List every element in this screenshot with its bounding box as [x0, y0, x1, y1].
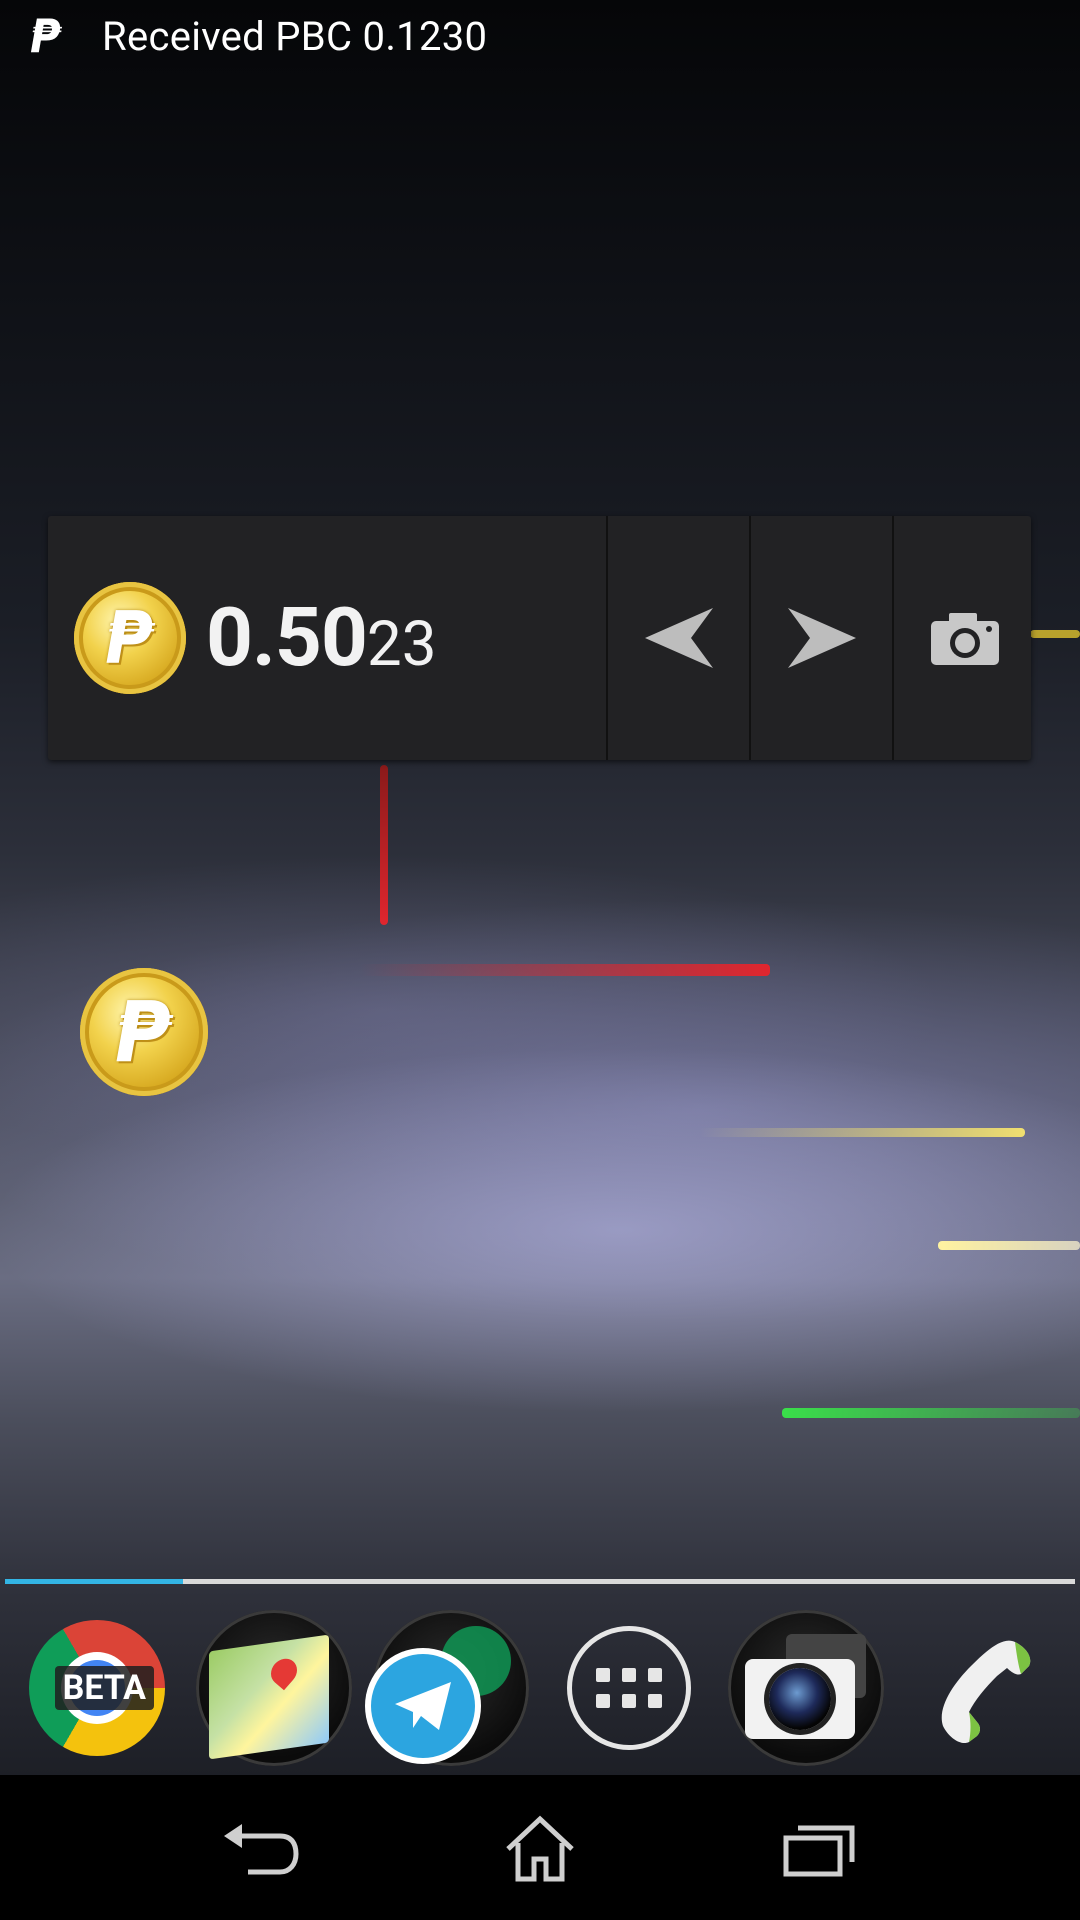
balance-widget[interactable]: ₱ 0.50 23	[48, 516, 1031, 760]
wallpaper-streak	[700, 1128, 1025, 1137]
recents-icon	[783, 1825, 855, 1876]
camera-icon	[930, 613, 999, 665]
peercoin-coin-icon: ₱	[80, 968, 208, 1096]
balance-minor: 23	[366, 608, 437, 681]
request-button[interactable]	[606, 516, 749, 760]
page-indicator	[5, 1579, 1075, 1584]
apps-grid-icon	[566, 1625, 691, 1750]
notification-text: Received PBC 0.1230	[102, 12, 488, 60]
page-indicator-active	[5, 1579, 183, 1584]
folder-telegram[interactable]	[371, 1609, 530, 1766]
phone-icon	[942, 1640, 1031, 1743]
status-bar: ₱ Received PBC 0.1230	[0, 0, 1080, 72]
receive-arrow-icon	[644, 608, 713, 668]
folder-camera[interactable]	[727, 1609, 884, 1766]
wallpaper-streak	[938, 1241, 1080, 1250]
navigation-bar	[0, 1775, 1080, 1920]
wallpaper-streak	[360, 964, 770, 976]
send-arrow-icon	[787, 608, 856, 668]
map-pin-icon	[265, 1653, 303, 1690]
back-button[interactable]	[205, 1803, 315, 1893]
balance-main: 0.50	[206, 590, 368, 686]
peercoin-app-shortcut[interactable]: ₱	[80, 968, 208, 1096]
peercoin-logo-icon: ₱	[30, 9, 63, 63]
dock: BETA	[0, 1600, 1080, 1775]
app-drawer-button[interactable]	[551, 1610, 707, 1766]
camera-icon	[744, 1658, 855, 1739]
send-button[interactable]	[749, 516, 892, 760]
chrome-beta-app[interactable]: BETA	[19, 1610, 175, 1766]
wallpaper	[0, 0, 1080, 1775]
home-button[interactable]	[485, 1803, 595, 1893]
home-icon	[506, 1815, 574, 1881]
maps-icon	[208, 1634, 329, 1759]
balance-amount: 0.50 23	[206, 590, 437, 686]
scan-button[interactable]	[892, 516, 1035, 760]
wallpaper-streak	[1030, 630, 1080, 638]
telegram-icon	[371, 1653, 476, 1758]
phone-app[interactable]	[905, 1610, 1061, 1766]
back-icon	[224, 1823, 299, 1874]
beta-label: BETA	[54, 1665, 154, 1710]
balance-area[interactable]: ₱ 0.50 23	[48, 516, 606, 760]
folder-maps[interactable]	[195, 1609, 352, 1766]
recents-button[interactable]	[765, 1803, 875, 1893]
wallpaper-streak	[380, 765, 388, 925]
wallpaper-streak	[782, 1408, 1080, 1418]
peercoin-coin-icon: ₱	[74, 582, 186, 694]
